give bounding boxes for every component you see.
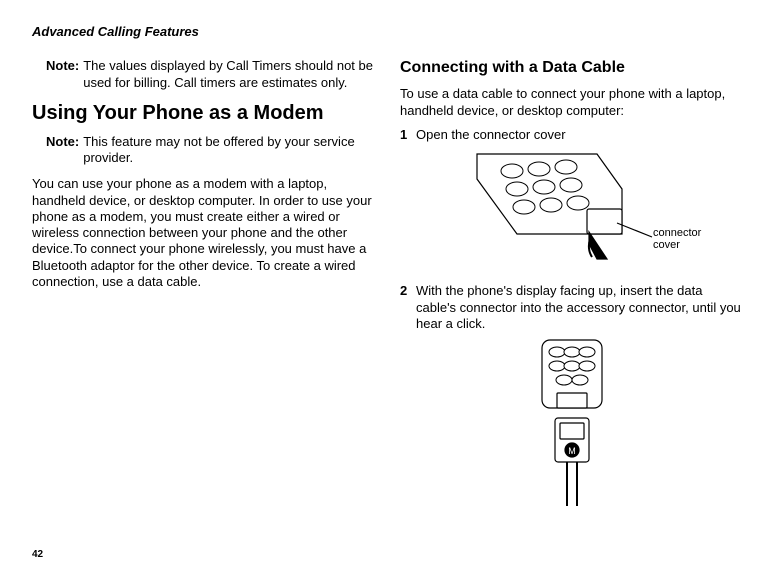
heading-using-phone-as-modem: Using Your Phone as a Modem	[32, 101, 376, 126]
step-number: 2	[400, 283, 416, 332]
step-body: Open the connector cover	[416, 127, 744, 143]
note-label: Note:	[46, 134, 83, 167]
note-label: Note:	[46, 58, 83, 91]
figure-connector-cover: connector cover	[400, 149, 744, 273]
callout-line2: cover	[653, 239, 680, 251]
step-1: 1 Open the connector cover	[400, 127, 744, 143]
step-number: 1	[400, 127, 416, 143]
callout-connector-cover: connector cover	[653, 227, 701, 251]
page-number: 42	[32, 549, 43, 562]
step-body: With the phone's display facing up, inse…	[416, 283, 744, 332]
two-column-layout: Note: The values displayed by Call Timer…	[32, 58, 744, 522]
phone-with-cable-illustration: M	[517, 338, 627, 508]
step-2: 2 With the phone's display facing up, in…	[400, 283, 744, 332]
note-body: The values displayed by Call Timers shou…	[83, 58, 376, 91]
note-service-provider: Note: This feature may not be offered by…	[46, 134, 376, 167]
svg-text:M: M	[568, 446, 576, 456]
callout-line1: connector	[653, 227, 701, 239]
right-column: Connecting with a Data Cable To use a da…	[400, 58, 744, 522]
left-column: Note: The values displayed by Call Timer…	[32, 58, 376, 522]
heading-connecting-data-cable: Connecting with a Data Cable	[400, 58, 744, 78]
modem-paragraph: You can use your phone as a modem with a…	[32, 176, 376, 290]
note-body: This feature may not be offered by your …	[83, 134, 376, 167]
running-header: Advanced Calling Features	[32, 24, 744, 40]
note-call-timers: Note: The values displayed by Call Timer…	[46, 58, 376, 91]
figure-insert-cable: M	[400, 338, 744, 512]
intro-paragraph: To use a data cable to connect your phon…	[400, 86, 744, 119]
